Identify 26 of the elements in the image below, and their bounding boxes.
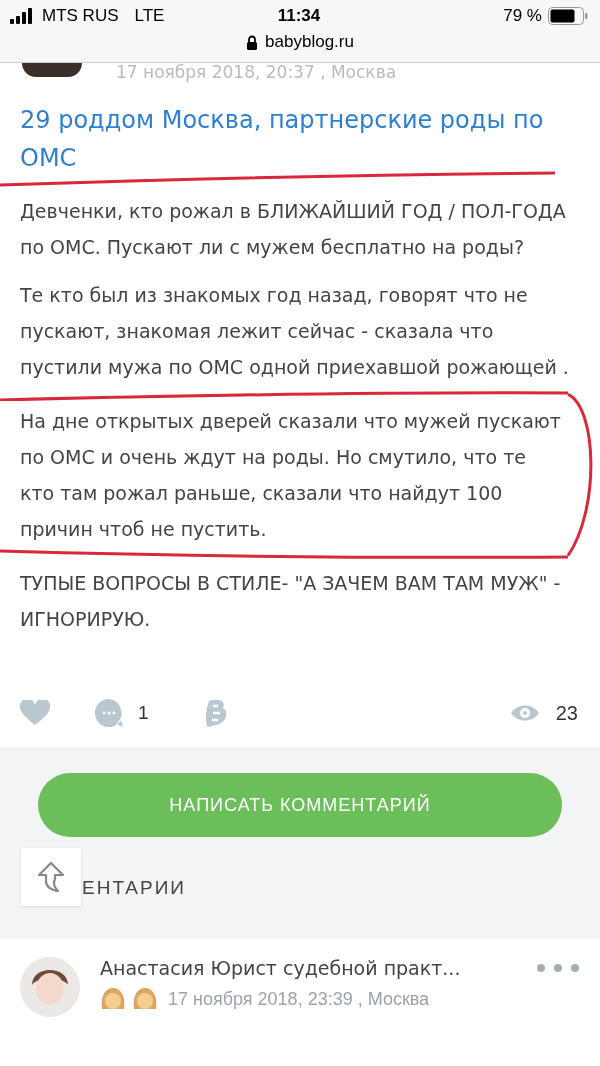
comments-heading: ЕНТАРИИ: [82, 877, 187, 898]
more-icon[interactable]: [536, 963, 580, 973]
carrier-name: MTS RUS: [42, 6, 119, 26]
comment-count: 1: [138, 702, 149, 724]
post-date: 17 ноября 2018, 20:37 , Москва: [116, 63, 397, 81]
post-title[interactable]: 29 роддом Москва, партнерские роды по ОМС: [20, 101, 580, 177]
arrow-up-icon: [36, 861, 66, 893]
battery-percent: 79 %: [503, 6, 542, 26]
comment-author[interactable]: Анастасия Юрист судебной практ...: [100, 957, 461, 979]
battery-icon: [548, 7, 588, 25]
post-paragraph: ТУПЫЕ ВОПРОСЫ В СТИЛЕ- "А ЗАЧЕМ ВАМ ТАМ МУЖ" - ИГНОРИРУЮ.: [20, 571, 562, 632]
eye-icon: [509, 703, 540, 723]
post-paragraph: На дне открытых дверей сказали что мужей пускают по ОМС и очень ждут на роды. Но смутило, что те кто там рожал раньше, сказали что найдут 100 причин чтоб не пустить.: [20, 409, 562, 542]
post-paragraph: Те кто был из знакомых год назад, говорят что не пускают, знакомая лежит сейчас - сказала что пустили мужа по ОМС одной приехавшой рожающей .: [20, 283, 570, 380]
post-paragraph: Девченки, кто рожал в БЛИЖАЙШИЙ ГОД / ПОЛ-ГОДА по ОМС. Пускают ли с мужем бесплатно на роды?: [20, 199, 567, 260]
figure-icon: [132, 987, 158, 1011]
clock: 11:34: [277, 6, 321, 26]
comment-date: 17 ноября 2018, 23:39 , Москва: [168, 988, 430, 1010]
figure-icon: [100, 987, 126, 1011]
view-count: 23: [555, 701, 578, 725]
heart-icon[interactable]: [20, 700, 50, 726]
scroll-up-button[interactable]: [21, 848, 81, 906]
url-text[interactable]: babyblog.ru: [265, 32, 354, 52]
network-type: LTE: [134, 6, 165, 26]
lock-icon: [246, 35, 259, 50]
comment-icon[interactable]: [94, 698, 124, 728]
